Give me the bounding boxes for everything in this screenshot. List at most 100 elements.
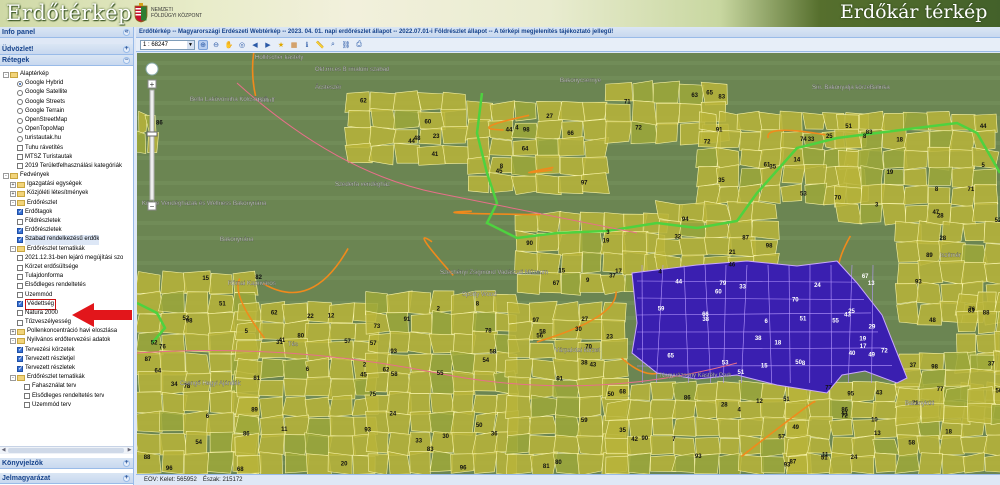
forest-parcel[interactable]	[409, 410, 432, 433]
radio-button[interactable]	[17, 89, 23, 96]
forest-parcel[interactable]	[183, 452, 209, 474]
forest-parcel[interactable]	[971, 168, 997, 187]
layer-node[interactable]: ✓ Tervezett részletjel	[0, 355, 133, 364]
layer-checkbox[interactable]	[24, 402, 30, 409]
layer-checkbox[interactable]	[17, 292, 23, 299]
layer-node[interactable]: Google Satellite	[0, 88, 133, 97]
forest-parcel[interactable]	[902, 130, 930, 152]
zoom-in-icon[interactable]: ⊕	[198, 39, 208, 50]
forest-parcel[interactable]	[678, 237, 708, 258]
layer-node[interactable]: Tulajdonforma	[0, 272, 133, 281]
forest-parcel[interactable]	[802, 112, 826, 130]
link-icon[interactable]: ⛓	[341, 40, 351, 50]
forest-parcel[interactable]	[994, 330, 1000, 353]
layer-node[interactable]: - Nyilvános erdőtervezési adatok	[0, 336, 133, 345]
layer-node[interactable]: OpenTopoMap	[0, 125, 133, 134]
expand-icon[interactable]: +	[123, 475, 130, 482]
forest-parcel[interactable]	[328, 394, 353, 418]
forest-parcel[interactable]	[904, 204, 929, 224]
forest-parcel[interactable]	[696, 166, 721, 188]
layer-node[interactable]: Üzemmód terv	[0, 401, 133, 410]
forest-parcel[interactable]	[601, 319, 626, 343]
forest-parcel[interactable]	[409, 451, 431, 474]
collapse-icon[interactable]: -	[3, 71, 9, 78]
layer-checkbox[interactable]	[24, 393, 30, 400]
forest-parcel[interactable]	[973, 183, 999, 206]
forest-parcel[interactable]	[579, 232, 604, 255]
forest-parcel[interactable]	[894, 282, 920, 305]
forest-parcel[interactable]	[894, 453, 920, 474]
forest-parcel[interactable]	[949, 205, 976, 226]
layer-node[interactable]: + Közjóléti létesítmények	[0, 189, 133, 198]
collapse-icon[interactable]: -	[10, 374, 16, 381]
forest-parcel[interactable]	[304, 396, 332, 418]
forest-parcel[interactable]	[257, 380, 284, 397]
info-icon[interactable]: ℹ	[302, 40, 312, 50]
forest-parcel[interactable]	[926, 111, 954, 132]
forest-parcel[interactable]	[393, 142, 420, 164]
zoom-out-icon[interactable]: ⊖	[211, 40, 221, 50]
forest-parcel[interactable]	[928, 166, 953, 186]
forest-parcel[interactable]	[529, 342, 556, 359]
forest-parcel[interactable]	[903, 184, 929, 205]
layer-node[interactable]: 2019 Területfelhasználási kategóriák	[0, 162, 133, 171]
forest-parcel[interactable]	[329, 415, 357, 438]
forest-parcel[interactable]	[860, 165, 883, 188]
forest-parcel[interactable]	[951, 166, 975, 189]
forest-parcel[interactable]	[945, 369, 971, 387]
layer-checkbox[interactable]	[17, 273, 23, 280]
welcome-header[interactable]: Üdvözlet! +	[0, 44, 133, 55]
collapse-icon[interactable]: -	[10, 200, 16, 207]
pan-icon[interactable]: ✋	[224, 40, 234, 50]
forest-parcel[interactable]	[428, 410, 454, 436]
forest-parcel[interactable]	[927, 186, 951, 205]
forest-parcel[interactable]	[859, 203, 883, 224]
forest-parcel[interactable]	[582, 156, 610, 175]
layer-checkbox[interactable]	[17, 163, 23, 170]
forest-parcel[interactable]	[257, 433, 285, 455]
forest-parcel[interactable]	[881, 183, 906, 204]
forest-parcel[interactable]	[442, 145, 470, 164]
forest-parcel[interactable]	[648, 399, 676, 421]
forest-parcel[interactable]	[652, 80, 680, 104]
forest-parcel[interactable]	[860, 183, 886, 206]
scrollbar-thumb[interactable]	[8, 448, 124, 453]
forest-parcel[interactable]	[761, 456, 785, 474]
forest-parcel[interactable]	[903, 168, 927, 187]
forest-parcel[interactable]	[137, 410, 163, 433]
forest-parcel[interactable]	[672, 416, 697, 437]
forest-parcel[interactable]	[716, 185, 742, 204]
expand-icon[interactable]: +	[10, 181, 16, 188]
forest-parcel[interactable]	[576, 453, 605, 474]
forest-parcel[interactable]	[505, 395, 533, 419]
forest-parcel[interactable]	[407, 331, 432, 355]
forest-parcel[interactable]	[559, 156, 586, 177]
forest-parcel[interactable]	[834, 166, 863, 189]
layer-node[interactable]: Elsődleges rendeltetés	[0, 281, 133, 290]
forest-parcel[interactable]	[328, 357, 354, 380]
forest-parcel[interactable]	[365, 431, 389, 454]
layer-checkbox[interactable]: ✓	[17, 209, 23, 216]
forest-parcel[interactable]	[739, 131, 763, 152]
forest-parcel[interactable]	[206, 451, 235, 474]
forest-parcel[interactable]	[916, 435, 941, 455]
radio-button[interactable]	[17, 80, 23, 87]
forest-parcel[interactable]	[695, 147, 719, 168]
forest-parcel[interactable]	[603, 358, 629, 380]
forest-parcel[interactable]	[184, 332, 212, 353]
radio-button[interactable]	[17, 117, 23, 124]
forest-parcel[interactable]	[440, 108, 467, 130]
forest-parcel[interactable]	[417, 92, 444, 111]
forest-parcel[interactable]	[184, 291, 209, 315]
forest-parcel[interactable]	[385, 312, 409, 335]
forest-parcel[interactable]	[209, 390, 235, 415]
forest-parcel[interactable]	[137, 391, 163, 415]
forest-parcel[interactable]	[751, 220, 780, 240]
forest-parcel[interactable]	[505, 433, 531, 455]
forest-parcel[interactable]	[858, 110, 886, 131]
forest-parcel[interactable]	[695, 416, 721, 437]
map-svg[interactable]: 446241234860988279764664544 4657163 837272…	[137, 53, 1000, 474]
forest-parcel[interactable]	[895, 240, 920, 263]
scale-select[interactable]: 1 : 68247 ▼	[140, 39, 195, 50]
forest-parcel[interactable]	[719, 438, 740, 456]
